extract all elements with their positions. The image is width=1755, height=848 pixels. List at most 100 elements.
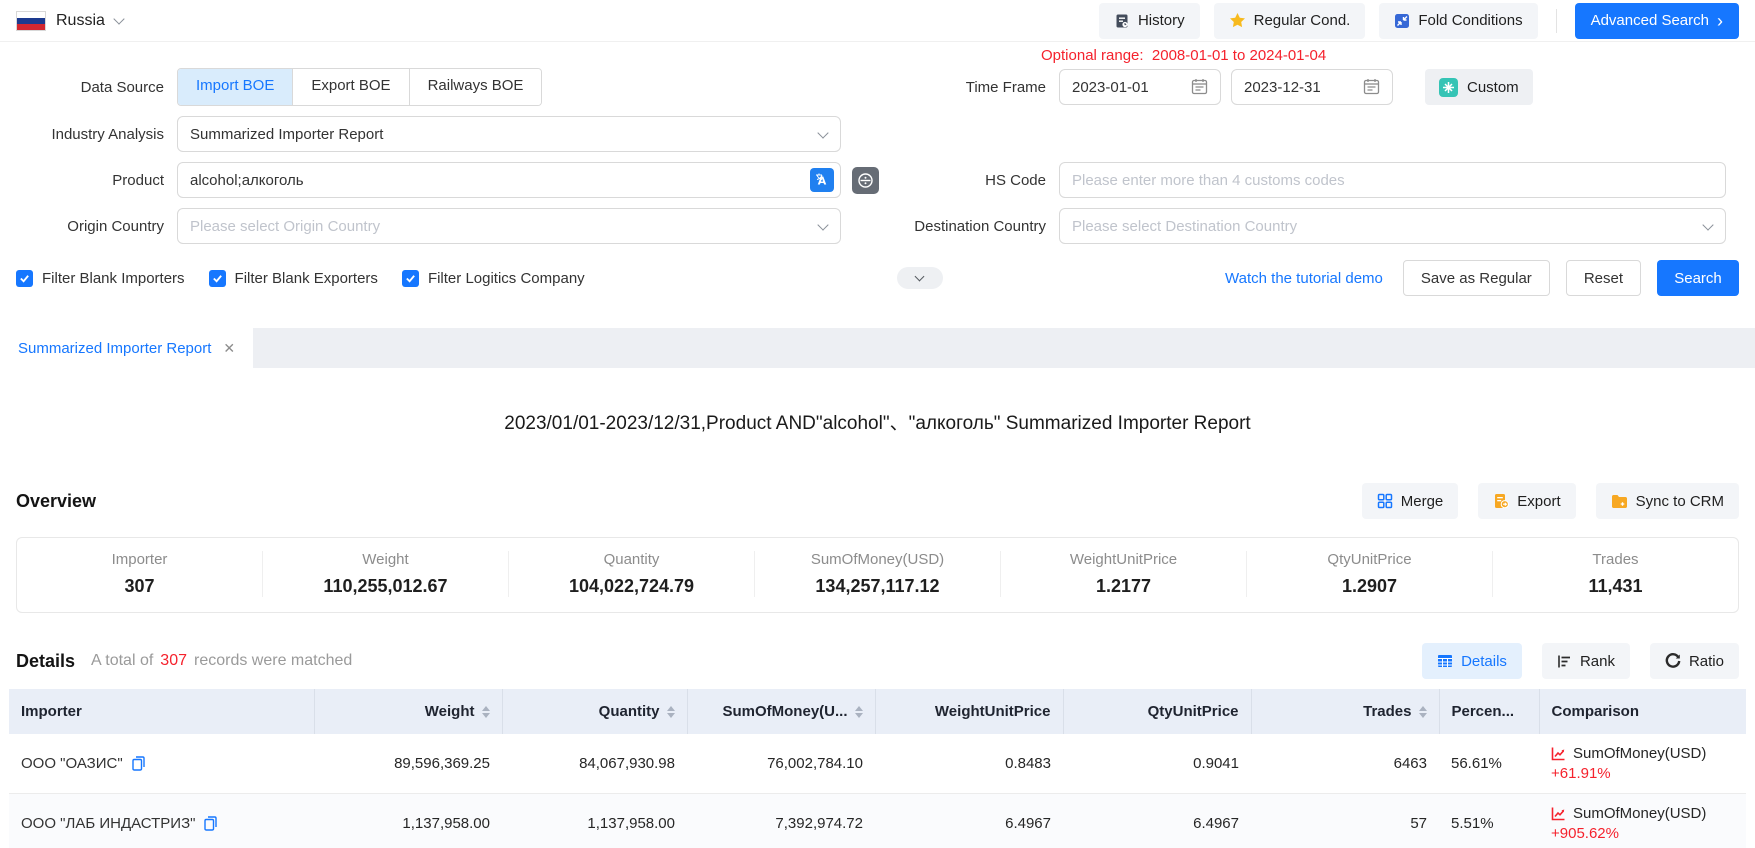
view-details-button[interactable]: Details bbox=[1422, 643, 1522, 679]
time-frame-label: Time Frame bbox=[841, 79, 1046, 96]
comparison-metric: SumOfMoney(USD) bbox=[1573, 745, 1706, 762]
topbar-actions: History Regular Cond. Fold Conditions Ad… bbox=[1099, 3, 1739, 39]
hs-code-input[interactable] bbox=[1059, 162, 1726, 198]
reset-button[interactable]: Reset bbox=[1566, 260, 1641, 296]
filter-logitics-company-checkbox[interactable]: Filter Logitics Company bbox=[402, 270, 585, 287]
chevron-down-icon bbox=[817, 127, 828, 138]
product-field: A bbox=[177, 162, 841, 198]
copy-icon[interactable] bbox=[204, 816, 217, 831]
stat-value: 110,255,012.67 bbox=[263, 576, 508, 597]
col-sum-of-money[interactable]: SumOfMoney(U... bbox=[687, 689, 875, 734]
stat-value: 134,257,117.12 bbox=[755, 576, 1000, 597]
tab-railways-boe[interactable]: Railways BOE bbox=[409, 69, 542, 105]
ratio-circular-icon bbox=[1665, 653, 1681, 669]
tab-summarized-importer-report[interactable]: Summarized Importer Report ✕ bbox=[0, 328, 253, 368]
stat-quantity: Quantity 104,022,724.79 bbox=[508, 551, 754, 597]
search-form: Optional range: 2008-01-01 to 2024-01-04… bbox=[0, 42, 1755, 314]
search-button[interactable]: Search bbox=[1657, 260, 1739, 296]
destination-country-label: Destination Country bbox=[841, 218, 1046, 235]
save-as-regular-button[interactable]: Save as Regular bbox=[1403, 260, 1550, 296]
data-source-field: Import BOE Export BOE Railways BOE bbox=[177, 68, 841, 106]
translate-icon[interactable]: A bbox=[810, 168, 834, 192]
export-icon bbox=[1493, 493, 1509, 509]
start-date-picker[interactable] bbox=[1059, 69, 1221, 105]
export-label: Export bbox=[1517, 493, 1560, 510]
stat-trades: Trades 11,431 bbox=[1492, 551, 1738, 597]
export-button[interactable]: Export bbox=[1478, 483, 1575, 519]
col-quantity[interactable]: Quantity bbox=[502, 689, 687, 734]
checkbox-checked-icon[interactable] bbox=[16, 270, 33, 287]
history-button[interactable]: History bbox=[1099, 3, 1200, 39]
chevron-down-icon bbox=[1702, 219, 1713, 230]
collapse-conditions-button[interactable] bbox=[897, 267, 943, 289]
checkbox-checked-icon[interactable] bbox=[402, 270, 419, 287]
checkbox-checked-icon[interactable] bbox=[209, 270, 226, 287]
country-selector[interactable]: Russia bbox=[56, 12, 105, 30]
sort-icon[interactable] bbox=[1419, 706, 1427, 718]
view-rank-button[interactable]: Rank bbox=[1542, 643, 1630, 679]
origin-country-select[interactable]: Please select Origin Country bbox=[177, 208, 841, 244]
sort-icon[interactable] bbox=[482, 706, 490, 718]
col-weight[interactable]: Weight bbox=[314, 689, 502, 734]
view-ratio-button[interactable]: Ratio bbox=[1650, 643, 1739, 679]
advanced-search-button[interactable]: Advanced Search › bbox=[1575, 3, 1739, 39]
qty-unit-price-cell: 6.4967 bbox=[1063, 794, 1251, 848]
russia-flag-icon bbox=[16, 11, 46, 31]
sync-to-crm-label: Sync to CRM bbox=[1636, 493, 1724, 510]
tab-export-boe[interactable]: Export BOE bbox=[292, 69, 408, 105]
comparison-change: +61.91% bbox=[1551, 765, 1734, 782]
history-icon bbox=[1114, 13, 1130, 29]
data-source-tabs: Import BOE Export BOE Railways BOE bbox=[177, 68, 542, 106]
comparison-change: +905.62% bbox=[1551, 825, 1734, 842]
origin-country-placeholder: Please select Origin Country bbox=[190, 218, 380, 235]
comparison-cell[interactable]: SumOfMoney(USD) +61.91% bbox=[1539, 734, 1746, 794]
sync-to-crm-button[interactable]: Sync to CRM bbox=[1596, 483, 1739, 519]
chevron-down-icon[interactable] bbox=[113, 13, 124, 24]
filter-blank-exporters-checkbox[interactable]: Filter Blank Exporters bbox=[209, 270, 378, 287]
comparison-cell[interactable]: SumOfMoney(USD) +905.62% bbox=[1539, 794, 1746, 848]
filter-blank-importers-checkbox[interactable]: Filter Blank Importers bbox=[16, 270, 185, 287]
row-filters: Filter Blank Importers Filter Blank Expo… bbox=[16, 260, 1739, 296]
fold-conditions-button[interactable]: Fold Conditions bbox=[1379, 3, 1537, 39]
tutorial-demo-link[interactable]: Watch the tutorial demo bbox=[1225, 270, 1383, 287]
col-trades[interactable]: Trades bbox=[1251, 689, 1439, 734]
stat-weight-unit-price: WeightUnitPrice 1.2177 bbox=[1000, 551, 1246, 597]
form-actions: Watch the tutorial demo Save as Regular … bbox=[1225, 260, 1739, 296]
stat-label: Weight bbox=[263, 551, 508, 568]
optional-range-hint: Optional range: 2008-01-01 to 2024-01-04 bbox=[1041, 47, 1326, 64]
hs-code-field bbox=[1059, 162, 1726, 198]
product-input[interactable] bbox=[177, 162, 841, 198]
table-row[interactable]: ООО "ОАЗИС" 89,596,369.25 84,067,930.98 … bbox=[9, 734, 1746, 794]
table-row[interactable]: ООО "ЛАБ ИНДАСТРИЗ" 1,137,958.00 1,137,9… bbox=[9, 794, 1746, 848]
weight-cell: 89,596,369.25 bbox=[314, 734, 502, 794]
stat-label: Quantity bbox=[509, 551, 754, 568]
tab-import-boe[interactable]: Import BOE bbox=[178, 69, 292, 105]
industry-analysis-select[interactable]: Summarized Importer Report bbox=[177, 116, 841, 152]
close-icon[interactable]: ✕ bbox=[223, 340, 235, 357]
destination-country-select[interactable]: Please select Destination Country bbox=[1059, 208, 1726, 244]
sort-icon[interactable] bbox=[667, 706, 675, 718]
advanced-search-label: Advanced Search bbox=[1591, 12, 1709, 29]
stat-importer: Importer 307 bbox=[17, 551, 262, 597]
sort-icon[interactable] bbox=[855, 706, 863, 718]
origin-country-label: Origin Country bbox=[16, 218, 164, 235]
time-frame-field: Custom bbox=[1059, 69, 1533, 105]
merge-button[interactable]: Merge bbox=[1362, 483, 1459, 519]
importer-name[interactable]: ООО "ОАЗИС" bbox=[21, 755, 123, 772]
fold-conditions-label: Fold Conditions bbox=[1418, 12, 1522, 29]
regular-cond-button[interactable]: Regular Cond. bbox=[1214, 3, 1366, 39]
custom-range-button[interactable]: Custom bbox=[1425, 69, 1533, 105]
calendar-icon[interactable] bbox=[1191, 78, 1208, 95]
history-label: History bbox=[1138, 12, 1185, 29]
stat-sum-of-money: SumOfMoney(USD) 134,257,117.12 bbox=[754, 551, 1000, 597]
result-tabstrip: Summarized Importer Report ✕ bbox=[0, 328, 1755, 368]
input-method-icon[interactable] bbox=[852, 167, 879, 194]
end-date-picker[interactable] bbox=[1231, 69, 1393, 105]
importer-name[interactable]: ООО "ЛАБ ИНДАСТРИЗ" bbox=[21, 815, 195, 832]
filter-blank-exporters-label: Filter Blank Exporters bbox=[235, 270, 378, 287]
folder-sync-icon bbox=[1611, 494, 1628, 509]
divider bbox=[1556, 9, 1557, 33]
calendar-icon[interactable] bbox=[1363, 78, 1380, 95]
svg-text:A: A bbox=[818, 175, 827, 188]
copy-icon[interactable] bbox=[132, 756, 145, 771]
